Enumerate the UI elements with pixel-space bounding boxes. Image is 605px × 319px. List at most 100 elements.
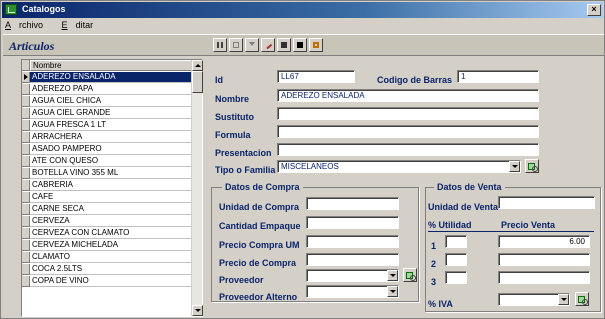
barcode-label: Codigo de Barras <box>377 75 453 85</box>
row-selector[interactable] <box>22 240 30 251</box>
datos-compra-title: Datos de Compra <box>222 182 303 192</box>
section-header: Articulos <box>3 34 604 56</box>
proveedor-combo[interactable] <box>306 269 399 282</box>
precio-venta-2-field[interactable] <box>498 253 590 266</box>
first-record-button[interactable] <box>213 38 227 52</box>
row-selector[interactable] <box>22 96 30 107</box>
iva-combo[interactable] <box>498 293 570 306</box>
list-item[interactable]: COPA DE VINO <box>30 276 192 287</box>
header-corner <box>22 60 30 71</box>
list-item[interactable]: ARRACHERA <box>30 132 192 143</box>
id-label: Id <box>215 75 223 85</box>
exit-button[interactable] <box>309 38 323 52</box>
menu-archivo[interactable]: Archivo <box>5 20 51 30</box>
list-item[interactable]: CABRERIA <box>30 180 192 191</box>
datos-venta-title: Datos de Venta <box>434 182 505 192</box>
venta-header-divider <box>428 231 594 232</box>
list-item[interactable]: CERVEZA CON CLAMATO <box>30 228 192 239</box>
cantidad-empaque-label: Cantidad Empaque <box>219 221 301 231</box>
cantidad-empaque-field[interactable] <box>306 216 399 229</box>
chevron-down-icon[interactable] <box>387 270 398 281</box>
articulos-list[interactable]: Nombre ADEREZO ENSALADA ADEREZO PAPA AGUA … <box>21 59 203 317</box>
list-item[interactable]: CERVEZA <box>30 216 192 227</box>
proveedor-alterno-label: Proveedor Alterno <box>219 292 298 302</box>
nombre-field[interactable]: ADEREZO ENSALADA <box>277 89 539 102</box>
precio-compra-um-label: Precio Compra UM <box>219 240 300 250</box>
list-item[interactable]: CARNE SECA <box>30 204 192 215</box>
utilidad-1-field[interactable] <box>445 235 467 248</box>
edit-button[interactable] <box>261 38 275 52</box>
scroll-up-arrow-icon[interactable] <box>192 60 203 71</box>
iva-lookup-button[interactable] <box>575 292 589 306</box>
precio-venta-3-field[interactable] <box>498 271 590 284</box>
precio-venta-1-field[interactable]: 6.00 <box>498 235 590 248</box>
list-item[interactable]: AGUA CIEL GRANDE <box>30 108 192 119</box>
precio-compra-um-field[interactable] <box>306 235 399 248</box>
tipo-familia-value: MISCELANEOS <box>281 162 339 171</box>
row-selector[interactable] <box>22 180 30 191</box>
list-item[interactable]: CAFE <box>30 192 192 203</box>
utilidad-3-field[interactable] <box>445 271 467 284</box>
proveedor-alterno-combo[interactable] <box>306 285 399 298</box>
app-icon <box>5 4 17 15</box>
list-item[interactable]: CLAMATO <box>30 252 192 263</box>
column-header-nombre[interactable]: Nombre <box>30 60 192 71</box>
utilidad-2-field[interactable] <box>445 253 467 266</box>
sustituto-field[interactable] <box>277 107 539 120</box>
barcode-field[interactable]: 1 <box>457 70 539 83</box>
list-item[interactable]: COCA 2.5LTS <box>30 264 192 275</box>
tipo-familia-combo[interactable]: MISCELANEOS <box>277 160 521 173</box>
row-selector[interactable] <box>22 120 30 131</box>
row-selector[interactable] <box>22 228 30 239</box>
row-selector[interactable] <box>22 168 30 179</box>
list-item[interactable]: AGUA FRESCA 1 LT <box>30 120 192 131</box>
unidad-venta-field[interactable] <box>498 196 595 209</box>
list-item[interactable]: BOTELLA VINO 355 ML <box>30 168 192 179</box>
menu-editar[interactable]: Editar <box>62 20 102 30</box>
precio-compra-field[interactable] <box>306 253 399 266</box>
list-item[interactable]: ATE CON QUESO <box>30 156 192 167</box>
venta-row-3-num: 3 <box>431 277 437 287</box>
row-selector[interactable] <box>22 252 30 263</box>
list-item[interactable]: CERVEZA MICHELADA <box>30 240 192 251</box>
row-selector[interactable] <box>22 132 30 143</box>
sustituto-label: Sustituto <box>215 112 254 122</box>
scroll-down-arrow-icon[interactable] <box>192 305 203 316</box>
chevron-down-icon[interactable] <box>558 294 569 305</box>
chevron-down-icon[interactable] <box>509 161 520 172</box>
close-button[interactable]: × <box>587 4 601 16</box>
unidad-compra-field[interactable] <box>306 197 399 210</box>
formula-field[interactable] <box>277 125 539 138</box>
row-selector[interactable] <box>22 192 30 203</box>
edit-icon <box>263 40 273 50</box>
tipo-familia-lookup-button[interactable] <box>525 159 539 173</box>
scroll-thumb[interactable] <box>192 71 203 93</box>
title-bar[interactable]: Catalogos × <box>2 2 603 18</box>
list-item[interactable]: AGUA CIEL CHICA <box>30 96 192 107</box>
list-item[interactable]: ADEREZO ENSALADA <box>30 72 192 83</box>
row-selector[interactable] <box>22 264 30 275</box>
save-button[interactable] <box>229 38 243 52</box>
id-field[interactable]: LL67 <box>277 70 355 83</box>
row-selector[interactable] <box>22 108 30 119</box>
presentacion-field[interactable] <box>277 143 539 156</box>
list-body: Nombre ADEREZO ENSALADA ADEREZO PAPA AGUA … <box>22 60 192 316</box>
window-title: Catalogos <box>22 4 66 14</box>
row-selector[interactable] <box>22 144 30 155</box>
calculator-button[interactable] <box>277 38 291 52</box>
proveedor-lookup-button[interactable] <box>403 268 417 282</box>
row-selector[interactable] <box>22 276 30 287</box>
unidad-venta-label: Unidad de Venta <box>428 202 499 212</box>
list-scrollbar[interactable] <box>191 60 203 316</box>
current-row-arrow-icon[interactable] <box>22 72 30 83</box>
filter-button[interactable] <box>245 38 259 52</box>
row-selector[interactable] <box>22 156 30 167</box>
row-selector[interactable] <box>22 216 30 227</box>
exit-icon <box>313 42 319 48</box>
chevron-down-icon[interactable] <box>387 286 398 297</box>
row-selector[interactable] <box>22 204 30 215</box>
row-selector[interactable] <box>22 84 30 95</box>
search-button[interactable] <box>293 38 307 52</box>
list-item[interactable]: ASADO PAMPERO <box>30 144 192 155</box>
list-item[interactable]: ADEREZO PAPA <box>30 84 192 95</box>
